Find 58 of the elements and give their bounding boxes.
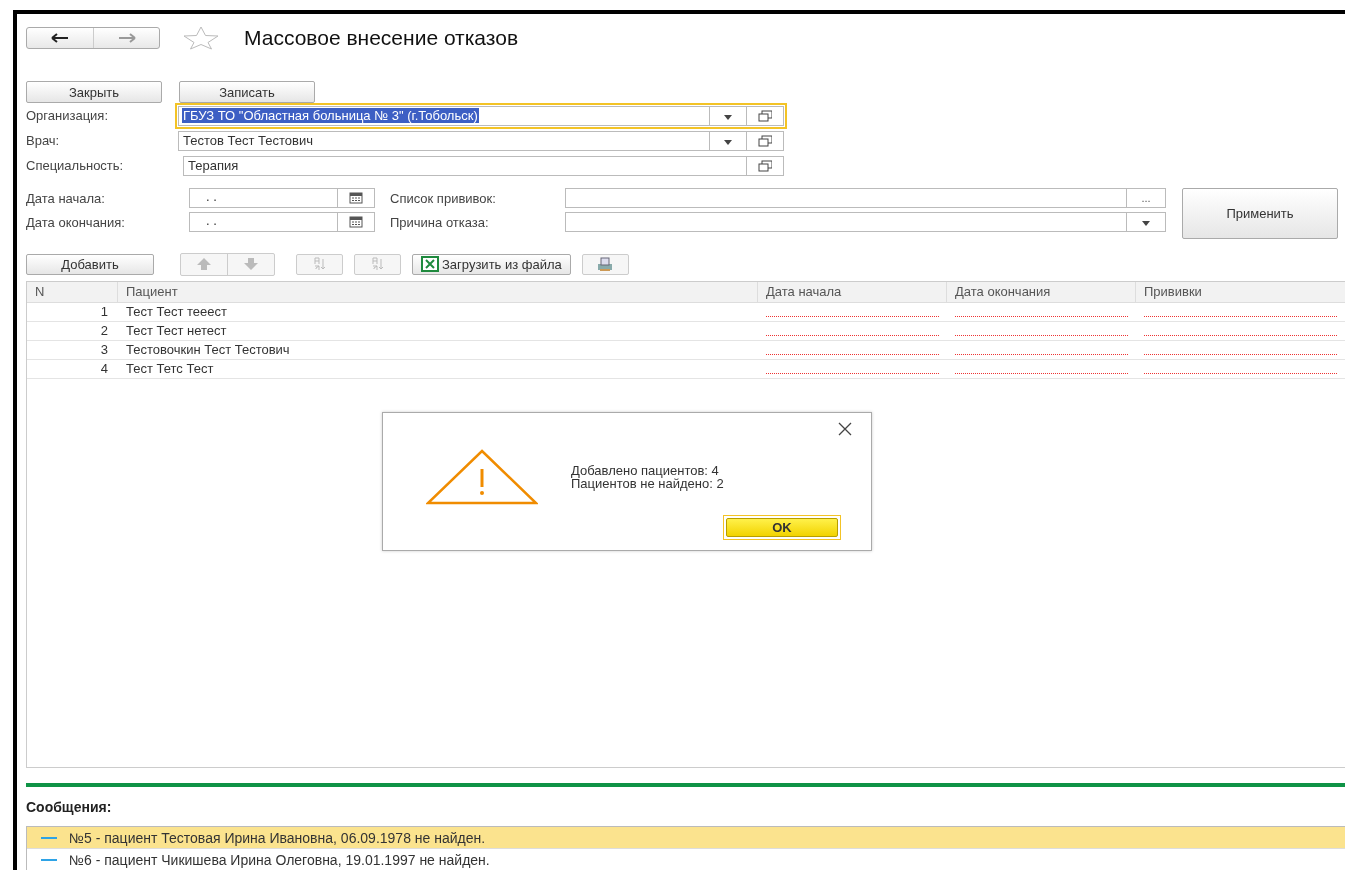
input-field[interactable]: ...: [565, 188, 1166, 208]
input-field[interactable]: ГБУЗ ТО "Областная больница № 3" (г.Тобольск): [178, 105, 784, 126]
message-item[interactable]: №6 - пациент Чикишева Ирина Олеговна, 19.01.1997 не найден.: [27, 848, 1345, 870]
column-header[interactable]: Дата начала: [758, 282, 947, 302]
messages-title: Сообщения:: [26, 799, 113, 815]
message-item[interactable]: №5 - пациент Тестовая Ирина Ивановна, 06.09.1978 не найден.: [27, 827, 1345, 848]
printer-icon: [596, 256, 615, 272]
open-window-icon[interactable]: [758, 158, 772, 173]
open-window-icon[interactable]: [758, 108, 772, 123]
forward-arrow-icon: [116, 32, 137, 44]
dialog-message: Пациентов не найдено: 2: [571, 477, 724, 490]
close-icon[interactable]: [837, 421, 853, 437]
column-header[interactable]: Дата окончания: [947, 282, 1136, 302]
date-field[interactable]: . .: [189, 212, 375, 232]
apply-button[interactable]: Применить: [1182, 188, 1338, 239]
field-label: Причина отказа:: [390, 214, 490, 230]
field-label: Специальность:: [26, 158, 125, 173]
table-cell-text: 1: [99, 303, 109, 321]
dash-icon: [41, 836, 57, 839]
sort-icon: [312, 257, 327, 271]
dash-icon: [41, 858, 57, 861]
open-window-icon[interactable]: [758, 133, 772, 148]
calendar-icon[interactable]: [349, 191, 363, 205]
table-cell-text: Тест Тест тееест: [125, 303, 228, 321]
form-button[interactable]: Записать: [179, 81, 315, 103]
calendar-icon[interactable]: [349, 215, 363, 229]
dialog-message: Добавлено пациентов: 4: [571, 464, 720, 477]
back-arrow-icon: [50, 32, 70, 44]
up-arrow-icon: [196, 257, 212, 271]
column-header[interactable]: Прививки: [1136, 282, 1345, 302]
form-button[interactable]: Закрыть: [26, 81, 162, 103]
add-button[interactable]: Добавить: [26, 253, 154, 275]
table-cell-text: 4: [99, 360, 109, 378]
spreadsheet-icon: [421, 256, 439, 272]
field-label: Врач:: [26, 133, 61, 148]
load-from-file-button[interactable]: Загрузить из файла: [412, 253, 571, 275]
date-field[interactable]: . .: [189, 188, 375, 208]
field-label: Дата окончания:: [26, 214, 126, 230]
down-arrow-icon: [243, 257, 259, 271]
warning-icon: [426, 449, 538, 505]
ok-button[interactable]: OK: [726, 518, 838, 537]
input-field[interactable]: Терапия: [183, 155, 784, 176]
table-cell-text: Тестовочкин Тест Тестович: [125, 341, 291, 359]
field-label: Дата начала:: [26, 190, 106, 206]
table-cell-text: Тест Тетс Тест: [125, 360, 215, 378]
column-header[interactable]: Пациент: [118, 282, 758, 302]
field-label: Список прививок:: [390, 190, 497, 206]
print-button[interactable]: [581, 253, 629, 275]
window-title: Массовое внесение отказов: [244, 26, 519, 50]
input-field[interactable]: [565, 212, 1166, 232]
field-label: Организация:: [26, 108, 110, 123]
column-header[interactable]: N: [27, 282, 118, 302]
sort-icon: [370, 257, 385, 271]
table-cell-text: 2: [99, 322, 109, 340]
table-cell-text: Тест Тест нетест: [125, 322, 228, 340]
input-field[interactable]: Тестов Тест Тестович: [178, 130, 784, 151]
table-cell-text: 3: [99, 341, 109, 359]
star-icon[interactable]: [182, 26, 220, 50]
